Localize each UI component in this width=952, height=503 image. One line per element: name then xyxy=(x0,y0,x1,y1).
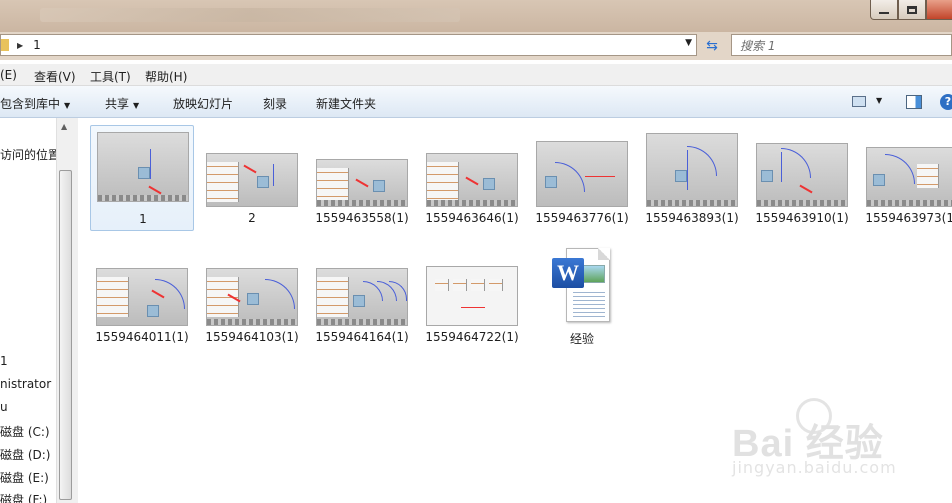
file-name: 2 xyxy=(248,211,256,225)
nav-drive-d[interactable]: 磁盘 (D:) xyxy=(0,446,50,463)
nav-item[interactable]: 1 xyxy=(0,354,8,368)
nav-item[interactable]: nistrator xyxy=(0,377,51,391)
file-thumbnail xyxy=(426,266,518,326)
file-thumbnail xyxy=(756,143,848,207)
breadcrumb-arrow-icon[interactable]: ▶ xyxy=(17,41,23,50)
file-thumbnail xyxy=(206,268,298,326)
file-name: 1559464722(1) xyxy=(425,330,519,344)
file-item[interactable]: 1559464722(1) xyxy=(420,244,524,350)
scrollbar-thumb[interactable] xyxy=(59,170,72,500)
file-thumbnail xyxy=(97,132,189,202)
file-item[interactable]: 2 xyxy=(200,125,304,231)
file-name: 1559463558(1) xyxy=(315,211,409,225)
file-thumbnail xyxy=(646,133,738,207)
nav-scrollbar[interactable]: ▲ xyxy=(56,118,74,503)
address-row: ▶ 1 ▼ ⇆ 搜索 1 xyxy=(0,32,952,60)
word-document-icon: W xyxy=(552,248,610,322)
address-dropdown-icon[interactable]: ▼ xyxy=(685,38,692,48)
address-bar[interactable]: ▶ 1 ▼ xyxy=(0,34,697,56)
file-name: 1 xyxy=(139,212,147,226)
folder-icon xyxy=(1,39,9,51)
help-icon[interactable]: ? xyxy=(940,94,952,110)
file-name: 1559463893(1) xyxy=(645,211,739,225)
file-name: 1559463973(1) xyxy=(865,211,952,225)
share-label: 共享 xyxy=(105,97,130,111)
file-item[interactable]: 1559463558(1) xyxy=(310,125,414,231)
file-item[interactable]: 1559464011(1) xyxy=(90,244,194,350)
menu-tools[interactable]: 工具(T) xyxy=(90,68,131,85)
menu-view[interactable]: 查看(V) xyxy=(34,68,76,85)
address-path[interactable]: 1 xyxy=(33,38,41,52)
search-placeholder: 搜索 1 xyxy=(740,38,776,53)
file-item[interactable]: W 经验 xyxy=(530,244,634,350)
change-view-icon[interactable] xyxy=(852,96,866,107)
minimize-icon xyxy=(879,11,889,14)
file-thumbnail xyxy=(866,147,952,207)
nav-item[interactable]: u xyxy=(0,400,8,414)
view-dropdown-icon[interactable]: ▼ xyxy=(876,96,882,105)
scroll-up-icon[interactable]: ▲ xyxy=(61,122,67,131)
search-input[interactable]: 搜索 1 xyxy=(731,34,952,56)
new-folder-button[interactable]: 新建文件夹 xyxy=(316,95,376,112)
file-item[interactable]: 1559464164(1) xyxy=(310,244,414,350)
file-item[interactable]: 1559464103(1) xyxy=(200,244,304,350)
baidu-watermark: Bai 经验 jingyan.baidu.com xyxy=(726,398,946,494)
command-bar: 包含到库中 ▼ 共享 ▼ 放映幻灯片 刻录 新建文件夹 ▼ ? xyxy=(0,86,952,118)
maximize-button[interactable] xyxy=(898,0,926,20)
share-button[interactable]: 共享 ▼ xyxy=(105,95,139,112)
blurred-browser-tab xyxy=(40,8,460,22)
file-name: 1559463910(1) xyxy=(755,211,849,225)
file-item[interactable]: 1 xyxy=(90,125,194,231)
watermark-site: jingyan.baidu.com xyxy=(732,458,897,477)
file-name: 1559464164(1) xyxy=(315,330,409,344)
file-item[interactable]: 1559463776(1) xyxy=(530,125,634,231)
minimize-button[interactable] xyxy=(870,0,898,20)
file-thumbnail xyxy=(316,159,408,207)
file-item[interactable]: 1559463646(1) xyxy=(420,125,524,231)
file-item[interactable]: 1559463910(1) xyxy=(750,125,854,231)
file-thumbnail xyxy=(206,153,298,207)
include-in-library-button[interactable]: 包含到库中 ▼ xyxy=(0,95,70,112)
title-bar xyxy=(0,0,952,32)
nav-drive-f[interactable]: 磁盘 (F:) xyxy=(0,491,47,503)
nav-drive-c[interactable]: 磁盘 (C:) xyxy=(0,423,50,440)
file-name: 1559463776(1) xyxy=(535,211,629,225)
file-item[interactable]: 1559463893(1) xyxy=(640,125,744,231)
include-in-library-label: 包含到库中 xyxy=(0,97,61,111)
slideshow-button[interactable]: 放映幻灯片 xyxy=(173,95,233,112)
file-thumbnail xyxy=(316,268,408,326)
nav-recent-places[interactable]: 访问的位置 xyxy=(0,146,60,163)
nav-drive-e[interactable]: 磁盘 (E:) xyxy=(0,469,49,486)
preview-pane-icon[interactable] xyxy=(906,95,922,109)
file-item[interactable]: 1559463973(1) xyxy=(860,125,952,231)
menu-edit[interactable]: (E) xyxy=(0,68,17,82)
refresh-icon[interactable]: ⇆ xyxy=(701,37,723,55)
file-name: 1559464011(1) xyxy=(95,330,189,344)
file-name: 经验 xyxy=(569,332,594,346)
close-button[interactable] xyxy=(926,0,952,20)
file-name: 1559464103(1) xyxy=(205,330,299,344)
chevron-down-icon: ▼ xyxy=(133,101,140,110)
menu-bar: (E) 查看(V) 工具(T) 帮助(H) xyxy=(0,64,952,86)
file-thumbnail xyxy=(426,153,518,207)
menu-help[interactable]: 帮助(H) xyxy=(145,68,187,85)
burn-button[interactable]: 刻录 xyxy=(263,95,287,112)
chevron-down-icon: ▼ xyxy=(64,101,71,110)
file-thumbnail xyxy=(536,141,628,207)
file-name: 1559463646(1) xyxy=(425,211,519,225)
maximize-icon xyxy=(907,5,917,14)
file-thumbnail xyxy=(96,268,188,326)
